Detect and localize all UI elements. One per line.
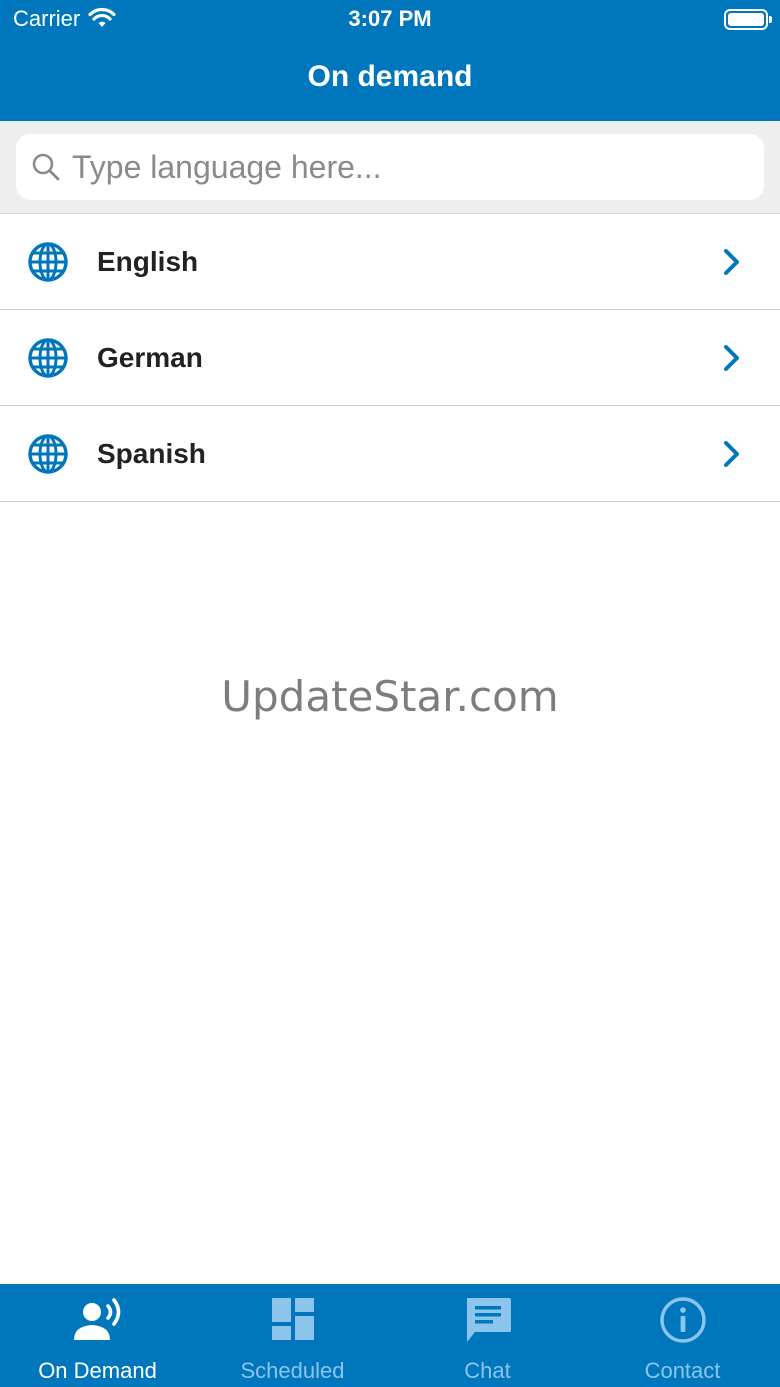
language-list: English German Spanish [0,214,780,502]
language-label: German [97,341,203,373]
globe-icon [28,338,68,378]
language-item-german[interactable]: German [0,310,780,406]
tab-contact[interactable]: Contact [585,1284,780,1387]
chevron-right-icon [724,249,739,275]
tab-on-demand[interactable]: On Demand [0,1284,195,1387]
globe-icon [28,242,68,282]
language-item-english[interactable]: English [0,214,780,310]
chat-bubble-icon [466,1298,511,1342]
tab-chat[interactable]: Chat [390,1284,585,1387]
language-item-spanish[interactable]: Spanish [0,406,780,502]
chevron-right-icon [724,441,739,467]
tab-label: Chat [464,1358,511,1383]
tab-label: Scheduled [240,1358,345,1383]
dashboard-icon [271,1298,314,1340]
search-box[interactable] [16,134,764,200]
search-icon [30,151,62,183]
language-label: Spanish [97,437,206,469]
info-icon [659,1297,706,1343]
watermark: UpdateStar.com [221,672,559,721]
search-bar-container [0,121,780,214]
tab-scheduled[interactable]: Scheduled [195,1284,390,1387]
search-input[interactable] [62,134,764,200]
tab-label: Contact [644,1358,721,1383]
navigation-header: Carrier 3:07 PM On demand [0,0,780,121]
globe-icon [28,434,68,474]
battery-icon [724,9,772,30]
language-label: English [97,245,199,277]
status-time: 3:07 PM [348,6,432,31]
page-title: On demand [307,60,473,93]
tab-label: On Demand [38,1358,157,1383]
chevron-right-icon [724,345,739,371]
tab-bar: On Demand Scheduled Chat Contact [0,1284,780,1387]
voice-person-icon [73,1298,120,1340]
